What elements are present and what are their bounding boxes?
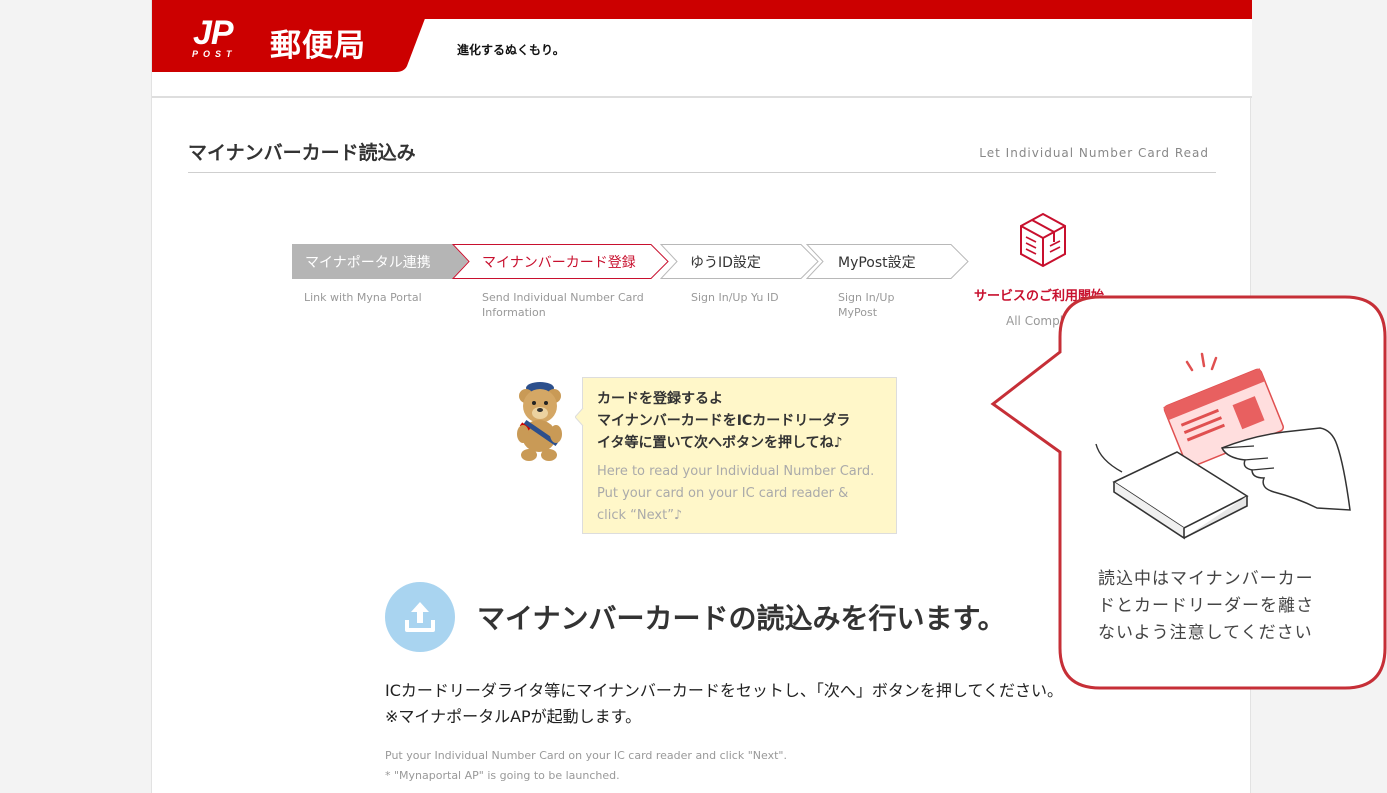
card-reader-illustration-icon xyxy=(1095,352,1351,540)
callout-text: 読込中はマイナンバーカー ドとカードリーダーを離さ ないよう注意してください xyxy=(1098,569,1314,643)
